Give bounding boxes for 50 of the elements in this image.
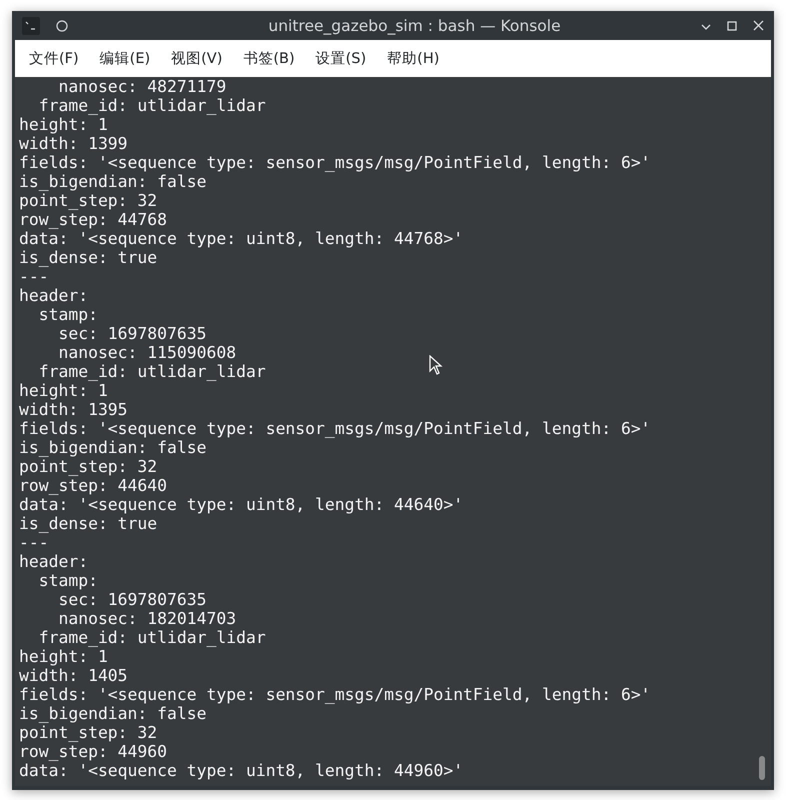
terminal-icon xyxy=(22,16,40,34)
terminal-line: width: 1399 xyxy=(19,134,128,153)
terminal-line: stamp: xyxy=(38,571,98,590)
terminal-line: data: '<sequence type: uint8, length: 44640>' xyxy=(19,495,464,514)
menu-item[interactable]: 书签(B) xyxy=(237,45,301,72)
terminal-line: row_step: 44640 xyxy=(19,476,168,495)
terminal-line: frame_id: utlidar_lidar xyxy=(38,628,266,647)
terminal-line: frame_id: utlidar_lidar xyxy=(38,362,266,381)
terminal-line: data: '<sequence type: uint8, length: 44768>' xyxy=(19,229,464,248)
pin-icon[interactable] xyxy=(56,20,68,32)
terminal-line: fields: '<sequence type: sensor_msgs/msg/PointField, length: 6>' xyxy=(19,153,651,172)
menu-item[interactable]: 帮助(H) xyxy=(381,45,446,72)
terminal-line: fields: '<sequence type: sensor_msgs/msg/PointField, length: 6>' xyxy=(19,419,651,438)
terminal-line: data: '<sequence type: uint8, length: 44960>' xyxy=(19,761,464,780)
terminal-line: height: 1 xyxy=(19,381,108,400)
terminal-line: sec: 1697807635 xyxy=(57,590,206,609)
terminal-line: height: 1 xyxy=(19,647,108,666)
terminal-line: is_dense: true xyxy=(19,248,158,267)
menu-item[interactable]: 视图(V) xyxy=(165,45,228,72)
terminal-line: is_bigendian: false xyxy=(19,172,206,191)
terminal-line: row_step: 44960 xyxy=(19,742,168,761)
terminal-line: nanosec: 48271179 xyxy=(57,77,226,96)
terminal-line: is_dense: true xyxy=(19,514,158,533)
terminal-line: point_step: 32 xyxy=(19,457,158,476)
terminal-line: height: 1 xyxy=(19,115,108,134)
terminal-line: fields: '<sequence type: sensor_msgs/msg/PointField, length: 6>' xyxy=(19,685,651,704)
window-title: unitree_gazebo_sim : bash — Konsole xyxy=(267,16,562,34)
terminal-line: header: xyxy=(19,286,88,305)
terminal-line: row_step: 44768 xyxy=(19,210,168,229)
terminal-line: nanosec: 115090608 xyxy=(57,343,236,362)
terminal-line: point_step: 32 xyxy=(19,191,158,210)
mouse-pointer-icon xyxy=(429,355,443,375)
scrollbar-handle[interactable] xyxy=(759,756,765,780)
menu-item[interactable]: 设置(S) xyxy=(310,45,372,72)
terminal-line: is_bigendian: false xyxy=(19,704,206,723)
terminal-line: width: 1395 xyxy=(19,400,128,419)
close-icon[interactable] xyxy=(753,20,764,31)
menu-item[interactable]: 文件(F) xyxy=(23,45,85,72)
menu-item[interactable]: 编辑(E) xyxy=(94,45,156,72)
terminal-line: sec: 1697807635 xyxy=(57,324,206,343)
terminal-line: nanosec: 182014703 xyxy=(57,609,236,628)
terminal-line: is_bigendian: false xyxy=(19,438,206,457)
terminal-line: width: 1405 xyxy=(19,666,128,685)
terminal-line: --- xyxy=(19,267,49,286)
terminal-line: frame_id: utlidar_lidar xyxy=(38,96,266,115)
terminal-line: --- xyxy=(19,533,49,552)
terminal-line: point_step: 32 xyxy=(19,723,158,742)
maximize-icon[interactable] xyxy=(727,20,737,30)
terminal-line: stamp: xyxy=(38,305,98,324)
terminal-line: header: xyxy=(19,552,88,571)
